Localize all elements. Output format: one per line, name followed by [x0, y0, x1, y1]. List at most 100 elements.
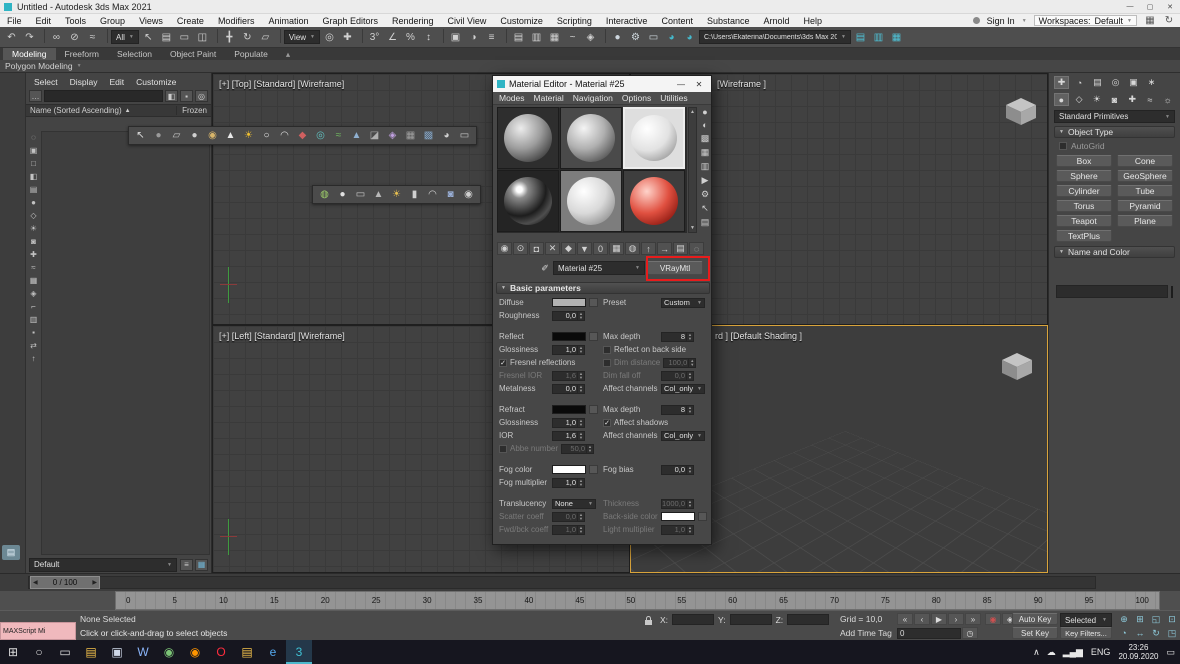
select-object-icon[interactable]: ↖: [140, 29, 157, 46]
object-color-swatch[interactable]: [1171, 286, 1173, 298]
backlight-icon[interactable]: ◐: [702, 120, 707, 130]
field-of-view-icon[interactable]: ◔: [1116, 627, 1132, 639]
firefox-icon[interactable]: ◉: [182, 640, 208, 664]
select-and-manipulate-icon[interactable]: ✚: [339, 29, 356, 46]
menu-create[interactable]: Create: [170, 16, 211, 26]
put-to-library-icon[interactable]: ▼: [577, 242, 592, 255]
scene-explorer-search-input[interactable]: [44, 90, 163, 102]
network-tray-icon[interactable]: ▂▄▆: [1063, 647, 1083, 658]
sign-in-button[interactable]: Sign In: [987, 16, 1015, 26]
find-icon[interactable]: ◌: [31, 133, 36, 142]
object-name-input[interactable]: [1056, 285, 1168, 298]
vray-render-node-icon[interactable]: ◕: [438, 128, 455, 143]
y-coordinate-field[interactable]: [730, 614, 772, 625]
scene-explorer-list[interactable]: [41, 131, 210, 555]
cone-button[interactable]: Cone: [1117, 155, 1173, 167]
torus-button[interactable]: Torus: [1056, 200, 1112, 212]
select-and-rotate-icon[interactable]: ↻: [239, 29, 256, 46]
color-swatch[interactable]: [552, 465, 586, 474]
select-and-move-icon[interactable]: ╋: [221, 29, 238, 46]
redo-icon[interactable]: ↷: [21, 29, 38, 46]
display-xrefs-icon[interactable]: ◈: [30, 289, 36, 298]
menu-tools[interactable]: Tools: [58, 16, 93, 26]
name-and-color-rollout[interactable]: ▼ Name and Color: [1054, 246, 1175, 258]
utilities-tab-icon[interactable]: ∗: [1144, 76, 1159, 89]
go-to-end-icon[interactable]: »: [965, 613, 981, 625]
display-bones-icon[interactable]: ⌐: [31, 302, 36, 311]
lights-category-icon[interactable]: ☀: [1089, 93, 1104, 106]
open-project-folder-icon[interactable]: ▤: [852, 29, 869, 46]
material-name-dropdown[interactable]: Material #25▼: [553, 261, 645, 275]
play-icon[interactable]: ▶: [931, 613, 947, 625]
material-sample-slot[interactable]: [560, 170, 622, 232]
spinner-field[interactable]: 1,6▲▼: [552, 431, 585, 441]
zoom-all-icon[interactable]: ⊞: [1132, 613, 1148, 625]
spinner-field[interactable]: 100,0▲▼: [663, 358, 696, 368]
me-menu-utilities[interactable]: Utilities: [660, 93, 687, 103]
search-button[interactable]: ○: [26, 640, 52, 664]
taskbar-clock[interactable]: 23:26 20.09.2020: [1118, 643, 1158, 661]
select-by-material-icon[interactable]: ↖: [701, 203, 709, 214]
viewport-front-label[interactable]: [Wireframe ]: [717, 79, 766, 89]
pan-icon[interactable]: ↔: [1132, 627, 1148, 639]
menu-file[interactable]: File: [0, 16, 29, 26]
rectangular-selection-region-icon[interactable]: ▭: [176, 29, 193, 46]
set-key-button[interactable]: Set Key: [1012, 627, 1058, 639]
auto-key-button[interactable]: Auto Key: [1012, 613, 1058, 625]
angle-snap-icon[interactable]: ∠: [384, 29, 401, 46]
teapot-button[interactable]: Teapot: [1056, 215, 1112, 227]
spinner-field[interactable]: 1,0▲▼: [644, 544, 677, 546]
me-menu-navigation[interactable]: Navigation: [573, 93, 613, 103]
color-swatch[interactable]: [552, 544, 586, 545]
add-time-tag[interactable]: Add Time Tag: [840, 628, 892, 638]
z-coordinate-field[interactable]: [787, 614, 829, 625]
scroll-down-icon[interactable]: ▼: [690, 225, 695, 231]
display-helpers-icon[interactable]: ✚: [30, 250, 37, 259]
textplus-button[interactable]: TextPlus: [1056, 230, 1112, 242]
get-material-icon[interactable]: ◉: [497, 242, 512, 255]
vray-proxy-icon[interactable]: ●: [150, 128, 167, 143]
checkbox[interactable]: ✓: [603, 419, 611, 427]
workspace-selector[interactable]: Workspaces: Default ▼: [1034, 15, 1137, 26]
tab-selection[interactable]: Selection: [108, 48, 161, 60]
dropdown[interactable]: Col_only▼: [661, 431, 705, 441]
spinner-field[interactable]: 8▲▼: [661, 332, 694, 342]
scene-explorer-header[interactable]: Name (Sorted Ascending) ▲ Frozen: [26, 104, 211, 117]
select-icon[interactable]: ↖: [132, 128, 149, 143]
box-button[interactable]: Box: [1056, 155, 1112, 167]
polygon-modeling-panel[interactable]: Polygon Modeling: [5, 61, 73, 71]
viewport-top-label[interactable]: [+] [Top] [Standard] [Wireframe]: [219, 79, 344, 89]
explorer-settings-icon[interactable]: ≡: [180, 559, 193, 571]
space-warps-category-icon[interactable]: ≈: [1143, 93, 1158, 106]
select-by-name-icon[interactable]: ▤: [158, 29, 175, 46]
curve-editor-icon[interactable]: ~: [564, 29, 581, 46]
map-button[interactable]: [589, 332, 598, 341]
vray-ies-light-icon[interactable]: ◆: [294, 128, 311, 143]
rendered-frame-window-icon[interactable]: ▭: [645, 29, 662, 46]
sample-slots-scrollbar[interactable]: ▲ ▼: [688, 107, 697, 233]
mirror-icon[interactable]: ◑: [465, 29, 482, 46]
viewcube[interactable]: [999, 351, 1035, 381]
geometry-category-icon[interactable]: ●: [1054, 93, 1069, 106]
material-editor-titlebar[interactable]: Material Editor - Material #25 — ✕: [493, 76, 711, 92]
color-swatch[interactable]: [552, 405, 586, 414]
maximize-viewport-toggle-icon[interactable]: ◳: [1164, 627, 1180, 639]
checkbox[interactable]: ✓: [499, 359, 507, 367]
map-button[interactable]: [589, 298, 598, 307]
zoom-icon[interactable]: ⊕: [1116, 613, 1132, 625]
more-options-button[interactable]: …: [29, 90, 42, 102]
display-shapes-icon[interactable]: ◇: [30, 211, 36, 220]
material-sample-slot[interactable]: [623, 107, 685, 169]
checkbox[interactable]: [603, 346, 611, 354]
sphere-button[interactable]: Sphere: [1056, 170, 1112, 182]
reset-map-icon[interactable]: ✕: [545, 242, 560, 255]
checkbox[interactable]: [603, 359, 611, 367]
pick-icon[interactable]: ↑: [32, 354, 36, 363]
pyramid-button[interactable]: Pyramid: [1117, 200, 1173, 212]
ribbon-collapse-icon[interactable]: ▴: [277, 48, 299, 60]
vray-displacement-icon[interactable]: ▲: [348, 128, 365, 143]
display-spacewarps-icon[interactable]: ≈: [31, 263, 35, 272]
scroll-up-icon[interactable]: ▲: [690, 109, 695, 115]
edit-named-selection-sets-icon[interactable]: ▣: [447, 29, 464, 46]
pick-material-eyedropper-icon[interactable]: ✐: [539, 263, 551, 274]
